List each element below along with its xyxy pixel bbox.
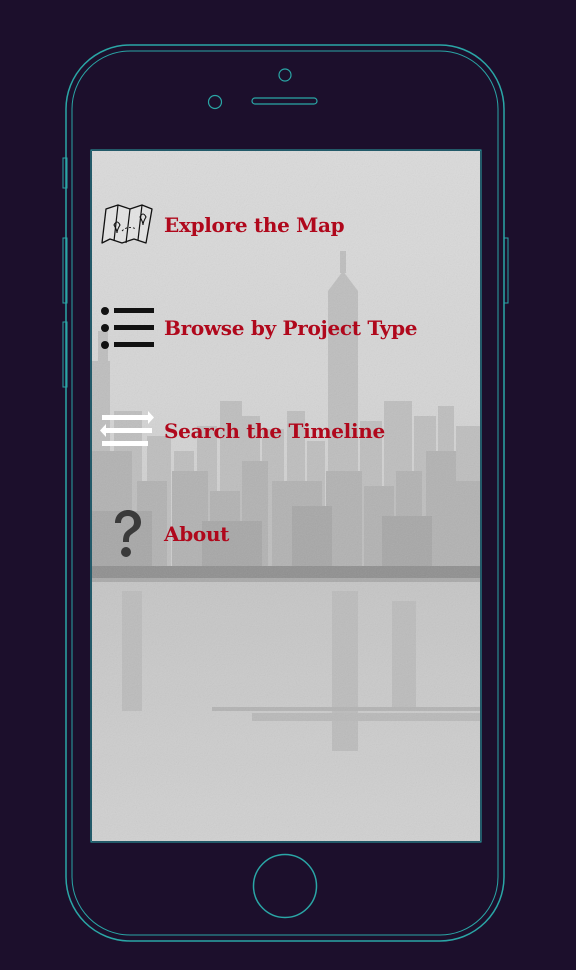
menu-item-search-timeline[interactable]: Search the Timeline xyxy=(100,405,470,457)
list-icon xyxy=(100,302,154,354)
menu-item-browse-project-type[interactable]: Browse by Project Type xyxy=(100,302,470,354)
home-button[interactable] xyxy=(252,853,318,919)
menu-item-explore-map[interactable]: Explore the Map xyxy=(100,199,470,251)
map-icon xyxy=(100,199,154,251)
timeline-arrows-icon xyxy=(100,405,154,457)
menu-item-label: Browse by Project Type xyxy=(164,316,418,340)
app-screen: Explore the Map Browse by Project Type S… xyxy=(92,151,480,841)
menu-item-label: Explore the Map xyxy=(164,213,345,237)
main-menu: Explore the Map Browse by Project Type S… xyxy=(92,151,480,841)
menu-item-label: Search the Timeline xyxy=(164,419,385,443)
menu-item-label: About xyxy=(164,522,230,546)
menu-item-about[interactable]: About xyxy=(100,508,470,560)
question-icon xyxy=(100,508,154,560)
